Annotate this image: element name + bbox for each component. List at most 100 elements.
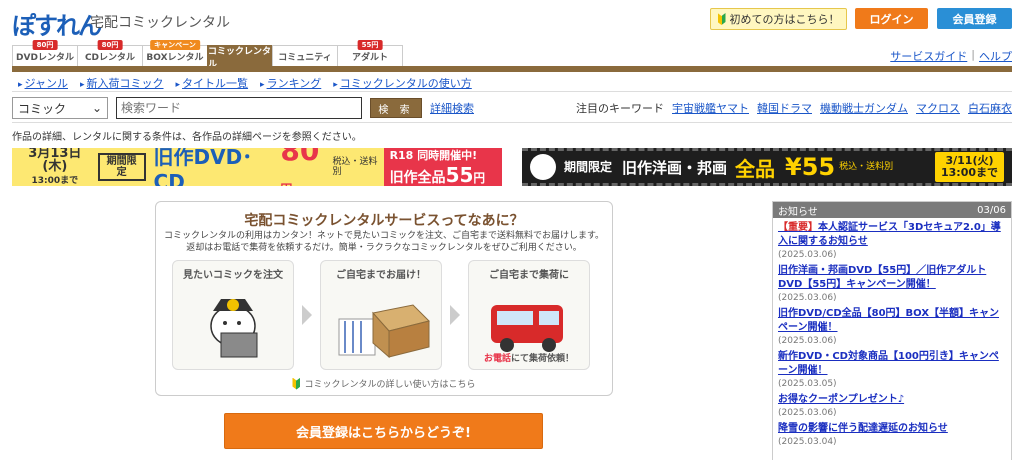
news-date: (2025.03.04) xyxy=(778,437,837,447)
news-item: 旧作DVD/CD全品【80円】BOX【半額】キャンペーン開催！ (2025.03… xyxy=(778,307,1006,348)
arrow-right-icon: ▸ xyxy=(18,79,23,90)
news-link[interactable]: 旧作DVD/CD全品【80円】BOX【半額】キャンペーン開催！ xyxy=(778,307,1006,335)
price-value: 55 xyxy=(445,163,474,186)
step-note-text: にて集荷依頼！ xyxy=(511,354,575,364)
limited-badge: 期間限定 xyxy=(97,153,146,181)
limited-badge: 期間限定 xyxy=(564,159,613,174)
keyword-link[interactable]: 白石麻衣 xyxy=(968,100,1012,116)
step-note: お電話にて集荷依頼！ xyxy=(469,351,589,364)
news-tag: 【重要】 xyxy=(778,222,818,233)
step-label: ご自宅までお届け！ xyxy=(336,270,426,281)
subnav-link[interactable]: 新入荷コミック xyxy=(87,77,164,90)
step-arrow-icon xyxy=(450,305,460,325)
login-button[interactable]: ログイン xyxy=(855,8,928,29)
tab-label: DVDレンタル xyxy=(16,53,74,63)
tab-cd[interactable]: 80円 CDレンタル xyxy=(77,40,143,67)
step-label: ご自宅まで集荷に xyxy=(489,270,569,281)
category-value: コミック xyxy=(18,101,67,116)
news-title: お知らせ xyxy=(778,206,818,218)
projector-icon xyxy=(530,154,556,180)
news-link[interactable]: お得なクーポンプレゼント♪ xyxy=(778,393,1006,407)
keyword-link[interactable]: 韓国ドラマ xyxy=(757,100,812,116)
rental-notice: 作品の詳細、レンタルに関する条件は、各作品の詳細ページを参照ください。 xyxy=(12,132,362,143)
news-list: 【重要】本人認証サービス「3Dセキュア2.0」導入に関するお知らせ (2025.… xyxy=(773,218,1011,449)
service-tabs: 80円 DVDレンタル 80円 CDレンタル キャンペーン BOXレンタル コミ… xyxy=(12,40,403,70)
advanced-search-link[interactable]: 詳細検索 xyxy=(430,100,474,116)
tab-box[interactable]: キャンペーン BOXレンタル xyxy=(142,40,208,67)
signup-button[interactable]: 会員登録はこちらからどうぞ! xyxy=(224,413,543,449)
site-logo[interactable]: ぽすれん xyxy=(12,6,102,41)
subnav-item-titles[interactable]: ▸ タイトル一覧 xyxy=(176,75,249,91)
banner-title: 旧作DVD･CD xyxy=(153,148,253,186)
news-date: (2025.03.06) xyxy=(778,293,837,303)
keywords-label: 注目のキーワード xyxy=(576,102,664,115)
keyword-link[interactable]: マクロス xyxy=(916,100,960,116)
subnav-link[interactable]: コミックレンタルの使い方 xyxy=(340,77,472,90)
register-button[interactable]: 会員登録 xyxy=(937,8,1012,29)
banner-tax: 税込・送料別 xyxy=(332,157,378,177)
r18-label: R18 xyxy=(389,149,414,162)
news-item: 【重要】本人認証サービス「3Dセキュア2.0」導入に関するお知らせ (2025.… xyxy=(778,221,1006,262)
step-pickup: ご自宅まで集荷に お電話にて集荷依頼！ xyxy=(468,260,590,370)
rental-steps: 見たいコミックを注文 ご自宅までお届け！ ご自宅まで集荷に お電話にて集荷依頼！ xyxy=(172,260,590,370)
keyword-link[interactable]: 機動戦士ガンダム xyxy=(820,100,908,116)
tab-comic[interactable]: コミックレンタル xyxy=(207,45,273,70)
service-intro-box: 宅配コミックレンタルサービスってなあに？ コミックレンタルの利用はカンタン！ネッ… xyxy=(155,201,613,396)
news-panel: お知らせ 03/06 【重要】本人認証サービス「3Dセキュア2.0」導入に関する… xyxy=(772,201,1012,460)
news-link[interactable]: 【重要】本人認証サービス「3Dセキュア2.0」導入に関するお知らせ xyxy=(778,221,1006,249)
banner-tax: 税込・送料別 xyxy=(839,162,894,172)
news-date: (2025.03.06) xyxy=(778,408,837,418)
step-order: 見たいコミックを注文 xyxy=(172,260,294,370)
beginner-mark-icon xyxy=(292,377,301,390)
subnav-item-howto[interactable]: ▸ コミックレンタルの使い方 xyxy=(333,75,472,91)
search-button[interactable]: 検 索 xyxy=(370,98,422,118)
tab-dvd[interactable]: 80円 DVDレンタル xyxy=(12,40,78,67)
howto-link[interactable]: コミックレンタルの詳しい使い方はこちら xyxy=(156,377,612,390)
price-value: 80 xyxy=(280,148,320,167)
sub-navigation: ▸ ジャンル ▸ 新入荷コミック ▸ タイトル一覧 ▸ ランキング ▸ コミックレンタルの… xyxy=(12,74,1012,92)
tab-adult[interactable]: 55円 アダルト xyxy=(337,40,403,67)
price-unit: 円 xyxy=(280,182,292,186)
all-items-label: 旧作全品 xyxy=(389,170,446,186)
news-date: (2025.03.06) xyxy=(778,250,837,260)
subnav-link[interactable]: タイトル一覧 xyxy=(182,77,248,90)
banner-until-text: 13:00まで xyxy=(940,166,998,179)
dvd-cd-campaign-banner[interactable]: 3月13日(木) 13:00まで 期間限定 旧作DVD･CD 80 円 税込・送料… xyxy=(12,148,502,186)
howto-label: コミックレンタルの詳しい使い方はこちら xyxy=(304,380,476,390)
r18-line: R18 同時開催中! xyxy=(390,148,502,163)
ongoing-label: 同時開催中! xyxy=(417,149,478,162)
first-time-button[interactable]: 初めての方はこちら！ xyxy=(710,8,847,30)
step-label: 見たいコミックを注文 xyxy=(183,270,283,281)
category-select[interactable]: コミック ⌄ xyxy=(12,97,108,119)
all-items-label: 全品 xyxy=(735,156,776,181)
tab-community[interactable]: コミュニティ xyxy=(272,45,338,67)
news-header: お知らせ 03/06 xyxy=(773,202,1011,218)
help-link[interactable]: ヘルプ xyxy=(979,48,1012,64)
news-link[interactable]: 新作DVD・CD対象商品【100円引き】キャンペーン開催！ xyxy=(778,350,1006,378)
service-guide-link[interactable]: サービスガイド xyxy=(890,48,967,64)
subnav-item-new[interactable]: ▸ 新入荷コミック xyxy=(80,75,164,91)
intro-desc-line: 返却はお電話で集荷を依頼するだけ。簡単・ラクラクなコミックレンタルをぜひご利用く… xyxy=(186,243,582,253)
banner-title: 旧作洋画・邦画 xyxy=(622,158,728,177)
news-item: 新作DVD・CD対象商品【100円引き】キャンペーン開催！ (2025.03.0… xyxy=(778,350,1006,391)
arrow-right-icon: ▸ xyxy=(333,79,338,90)
news-item: お得なクーポンプレゼント♪ (2025.03.06) xyxy=(778,393,1006,420)
news-link[interactable]: 降雪の影響に伴う配達遅延のお知らせ xyxy=(778,422,1006,436)
tab-badge: キャンペーン xyxy=(150,40,200,50)
news-count: 03/06 xyxy=(977,204,1006,216)
subnav-item-ranking[interactable]: ▸ ランキング xyxy=(260,75,321,91)
news-item: 旧作洋画・邦画DVD【55円】／旧作アダルトDVD【55円】キャンペーン開催！ … xyxy=(778,264,1006,305)
subnav-item-genre[interactable]: ▸ ジャンル xyxy=(18,75,68,91)
subnav-link[interactable]: ジャンル xyxy=(25,77,68,90)
banner-date: 3月13日(木) 13:00まで xyxy=(12,148,92,186)
movie-campaign-banner[interactable]: 期間限定 旧作洋画・邦画 全品 ¥55 税込・送料別 3/11(火) 13:00… xyxy=(522,148,1012,186)
banner-price: 80 円 xyxy=(280,148,328,186)
subnav-link[interactable]: ランキング xyxy=(267,77,322,90)
intro-desc-line: コミックレンタルの利用はカンタン！ネットで見たいコミックを注文、ご自宅まで送料無… xyxy=(163,231,605,241)
intro-title: 宅配コミックレンタルサービスってなあに？ xyxy=(244,213,524,229)
search-input[interactable] xyxy=(116,97,362,119)
top-links: サービスガイド | ヘルプ xyxy=(890,48,1012,64)
keyword-link[interactable]: 宇宙戦艦ヤマト xyxy=(672,100,749,116)
news-date: (2025.03.06) xyxy=(778,336,837,346)
news-link[interactable]: 旧作洋画・邦画DVD【55円】／旧作アダルトDVD【55円】キャンペーン開催！ xyxy=(778,264,1006,292)
